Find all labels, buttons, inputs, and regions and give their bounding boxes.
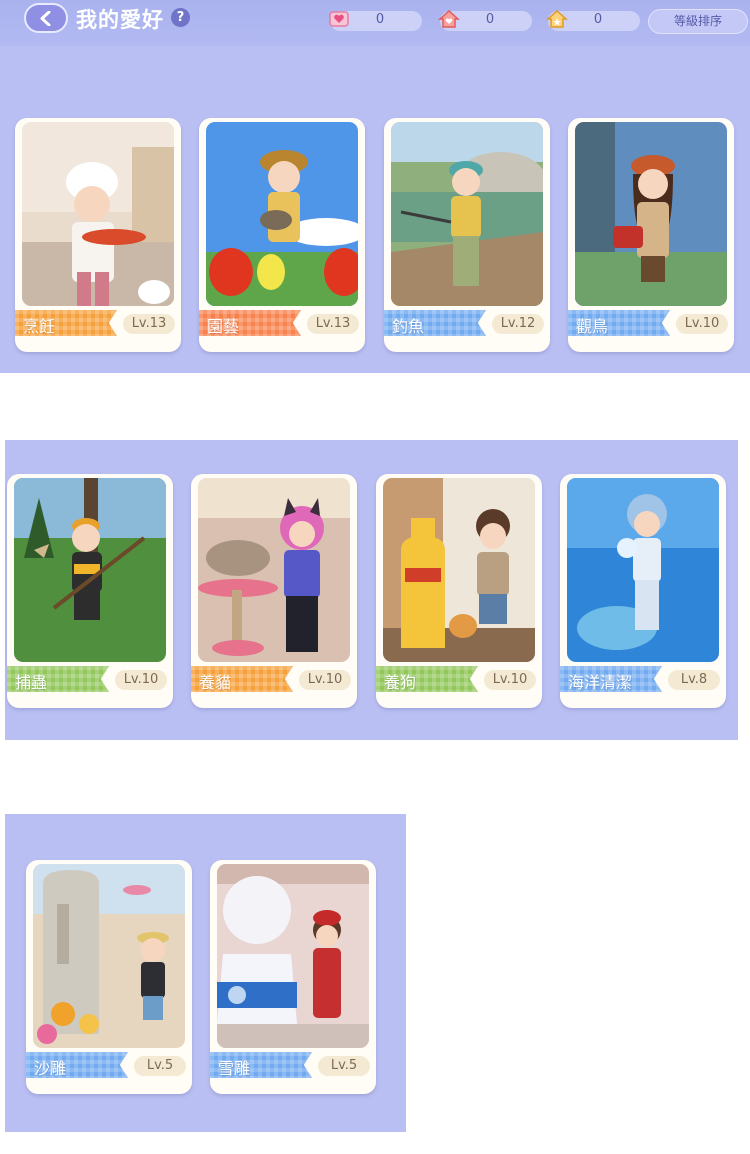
bug-catching-illustration [14,478,166,662]
hobby-level-badge: Lv.8 [668,670,720,690]
star-house-icon [546,9,568,28]
hobby-name-ribbon: 烹飪 [15,310,117,336]
hobby-level-badge: Lv.5 [318,1056,370,1076]
hobby-name: 釣魚 [392,317,425,336]
hobby-name-ribbon: 雪雕 [210,1052,312,1078]
hobby-level-badge: Lv.12 [492,314,544,334]
hobby-name-ribbon: 沙雕 [26,1052,128,1078]
hobby-name-ribbon: 觀鳥 [568,310,670,336]
hobby-name: 園藝 [207,317,240,336]
hobby-name: 海洋清潔 [568,673,633,692]
hobby-panel-3: 沙雕 Lv.5 雪雕 Lv.5 [5,814,406,1132]
hobby-name: 養貓 [199,673,232,692]
page-title: 我的愛好 [76,8,164,32]
hobby-name-ribbon: 釣魚 [384,310,486,336]
hobby-name: 養狗 [384,673,417,692]
ocean-cleaning-illustration [567,478,719,662]
hobby-level-badge: Lv.10 [299,670,351,690]
hobby-name: 烹飪 [23,317,56,336]
dog-raising-illustration [383,478,535,662]
hobby-name: 觀鳥 [576,317,609,336]
hobby-level-badge: Lv.10 [115,670,167,690]
hobby-name-ribbon: 養貓 [191,666,293,692]
hobby-card-gardening[interactable]: 園藝 Lv.13 [199,118,365,352]
cat-raising-illustration [198,478,350,662]
heart-house-icon [438,9,460,28]
hobby-panel-1: 我的愛好 ? 0 0 0 等級排序 烹飪 Lv.13 園藝 Lv.13 釣魚 L… [0,0,750,373]
heart-ticket-icon [329,11,349,27]
currency-value: 0 [485,12,495,27]
hobby-name-ribbon: 海洋清潔 [560,666,662,692]
cooking-illustration [22,122,174,306]
hobby-card-cooking[interactable]: 烹飪 Lv.13 [15,118,181,352]
hobby-name: 沙雕 [34,1059,67,1078]
currency-value: 0 [375,12,385,27]
hobby-name-ribbon: 園藝 [199,310,301,336]
hobby-card-snow-sculpting[interactable]: 雪雕 Lv.5 [210,860,376,1094]
birdwatching-illustration [575,122,727,306]
sand-sculpting-illustration [33,864,185,1048]
hobby-name-ribbon: 捕蟲 [7,666,109,692]
hobby-card-ocean-cleaning[interactable]: 海洋清潔 Lv.8 [560,474,726,708]
currency-value: 0 [593,12,603,27]
hobby-name-ribbon: 養狗 [376,666,478,692]
hobby-level-badge: Lv.5 [134,1056,186,1076]
hobby-level-badge: Lv.13 [123,314,175,334]
hobby-card-cat-raising[interactable]: 養貓 Lv.10 [191,474,357,708]
snow-sculpting-illustration [217,864,369,1048]
hobby-card-bug-catching[interactable]: 捕蟲 Lv.10 [7,474,173,708]
currency-star-house: 0 [546,9,640,31]
hobby-card-birdwatching[interactable]: 觀鳥 Lv.10 [568,118,734,352]
hobby-card-sand-sculpting[interactable]: 沙雕 Lv.5 [26,860,192,1094]
gardening-illustration [206,122,358,306]
hobby-level-badge: Lv.10 [484,670,536,690]
currency-heart-house: 0 [438,9,532,31]
help-icon[interactable]: ? [171,8,190,27]
hobby-level-badge: Lv.10 [676,314,728,334]
hobby-panel-2: 捕蟲 Lv.10 養貓 Lv.10 養狗 Lv.10 海洋清潔 Lv.8 [5,440,738,740]
currency-heart-ticket: 0 [329,11,422,31]
back-arrow-icon [40,11,51,26]
hobby-card-fishing[interactable]: 釣魚 Lv.12 [384,118,550,352]
sort-by-level-button[interactable]: 等級排序 [648,9,748,34]
top-bar: 我的愛好 ? 0 0 0 等級排序 [0,0,750,46]
hobby-name: 雪雕 [218,1059,251,1078]
fishing-illustration [391,122,543,306]
hobby-name: 捕蟲 [15,673,48,692]
back-button[interactable] [24,3,68,33]
hobby-level-badge: Lv.13 [307,314,359,334]
hobby-card-dog-raising[interactable]: 養狗 Lv.10 [376,474,542,708]
